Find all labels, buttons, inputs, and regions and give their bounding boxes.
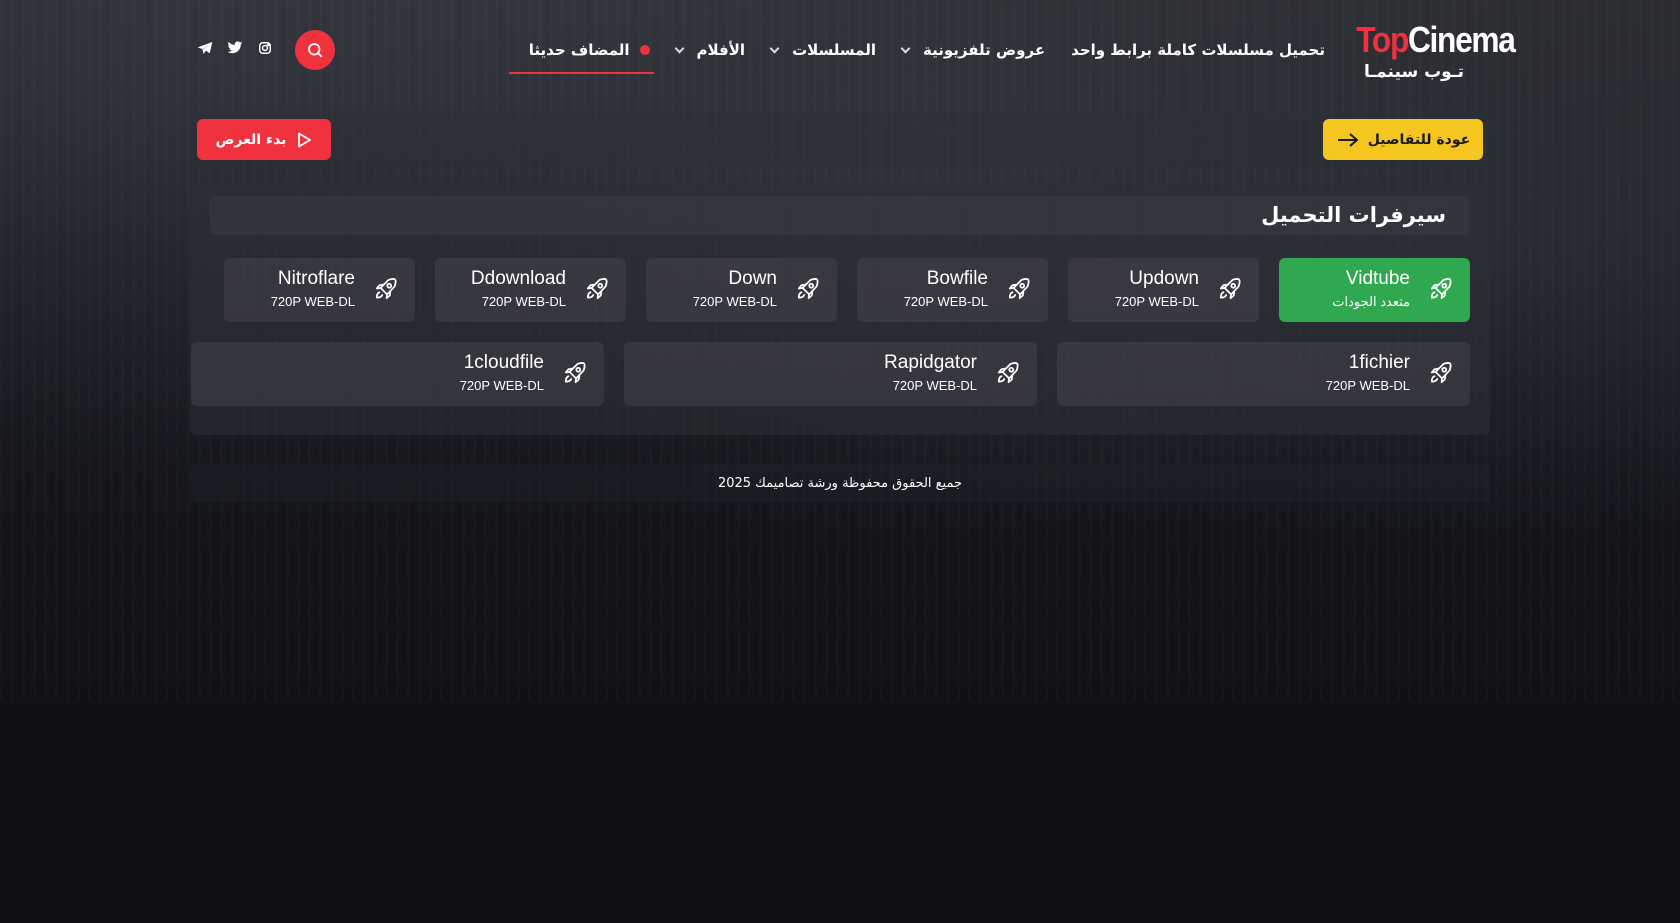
rocket-icon [1217,276,1243,302]
search-button[interactable] [295,30,335,70]
server-name: 1fichier [1348,352,1410,373]
rocket-icon [373,276,399,302]
back-label: عودة للتفاصيل [1367,131,1471,148]
servers-title: سيرفرات التحميل [210,196,1470,235]
server-name: 1cloudfile [463,352,544,373]
rocket-icon [584,276,610,302]
logo-top: Top [1356,19,1409,60]
main-nav: المضاف حديثا الأفلام المسلسلات عروض تلفزيون… [503,36,1325,74]
telegram-icon[interactable] [197,40,213,56]
logo-cinema: Cinema [1407,19,1516,60]
server-quality: 720P WEB-DL [692,294,777,309]
twitter-icon[interactable] [227,40,243,56]
server-quality: 720P WEB-DL [1325,378,1410,393]
watch-label: بدء العرض [215,131,287,148]
server-name: Updown [1129,268,1199,289]
nav-item[interactable]: عروض تلفزيونية [900,36,1046,64]
rocket-icon [795,276,821,302]
copyright-text: جميع الحقوق محفوظة ورشة تصاميمك 2025 [717,475,963,491]
server-quality: 720P WEB-DL [459,378,544,393]
rocket-icon [995,360,1021,386]
server-card[interactable]: Ddownload 720P WEB-DL [435,258,626,322]
download-servers-panel: سيرفرات التحميل Vidtube متعدد الجودات Updo… [190,182,1490,435]
start-watch-button[interactable]: بدء العرض [197,119,331,160]
rocket-icon [562,360,588,386]
nav-item-label: عروض تلفزيونية [923,41,1046,59]
nav-item-label: المسلسلات [792,41,877,59]
instagram-icon[interactable] [257,40,273,56]
search-icon [308,43,323,58]
nav-item-label: المضاف حديثا [528,41,630,59]
arrow-left-icon [1337,132,1358,147]
server-quality: 720P WEB-DL [1114,294,1199,309]
rocket-icon [1428,276,1454,302]
server-card[interactable]: Nitroflare 720P WEB-DL [224,258,415,322]
play-icon [298,132,312,147]
server-name: Nitroflare [277,268,355,289]
server-quality: 720P WEB-DL [892,378,977,393]
nav-item[interactable]: المسلسلات [769,36,877,64]
footer: جميع الحقوق محفوظة ورشة تصاميمك 2025 [190,464,1490,502]
server-card[interactable]: Rapidgator 720P WEB-DL [624,342,1037,406]
server-card[interactable]: Down 720P WEB-DL [646,258,837,322]
server-name: Bowfile [926,268,988,289]
server-quality: 720P WEB-DL [270,294,355,309]
server-card[interactable]: Updown 720P WEB-DL [1068,258,1259,322]
nav-item-label: الأفلام [696,41,746,59]
nav-item[interactable]: المضاف حديثا [508,36,654,74]
server-card[interactable]: Vidtube متعدد الجودات [1279,258,1470,322]
chevron-down-icon [900,43,911,53]
rocket-icon [1006,276,1032,302]
social-links [197,40,273,56]
new-indicator-dot [639,45,650,55]
chevron-down-icon [769,43,780,53]
rocket-icon [1428,360,1454,386]
server-quality: 720P WEB-DL [481,294,566,309]
server-name: Rapidgator [884,352,977,373]
server-name: Vidtube [1345,268,1410,289]
server-card[interactable]: 1fichier 720P WEB-DL [1057,342,1470,406]
server-quality: 720P WEB-DL [903,294,988,309]
site-header: TopCinema تـوب سينمـا المضاف حديثا الأفلا… [0,0,1680,100]
nav-item[interactable]: الأفلام [674,36,746,64]
logo-arabic: تـوب سينمـا [1363,62,1465,82]
server-card[interactable]: Bowfile 720P WEB-DL [857,258,1048,322]
server-name: Ddownload [470,268,566,289]
chevron-down-icon [674,43,684,53]
nav-item[interactable]: تحميل مسلسلات كاملة برابط واحد [1071,36,1325,64]
nav-item-label: تحميل مسلسلات كاملة برابط واحد [1071,41,1325,59]
action-bar: عودة للتفاصيل بدء العرض [190,112,1490,168]
server-name: Down [728,268,777,289]
server-quality: متعدد الجودات [1332,294,1410,309]
server-card[interactable]: 1cloudfile 720P WEB-DL [191,342,604,406]
site-logo[interactable]: TopCinema تـوب سينمـا [1338,19,1516,83]
logo-wordmark: TopCinema [1356,19,1516,60]
back-to-details-button[interactable]: عودة للتفاصيل [1323,119,1483,160]
